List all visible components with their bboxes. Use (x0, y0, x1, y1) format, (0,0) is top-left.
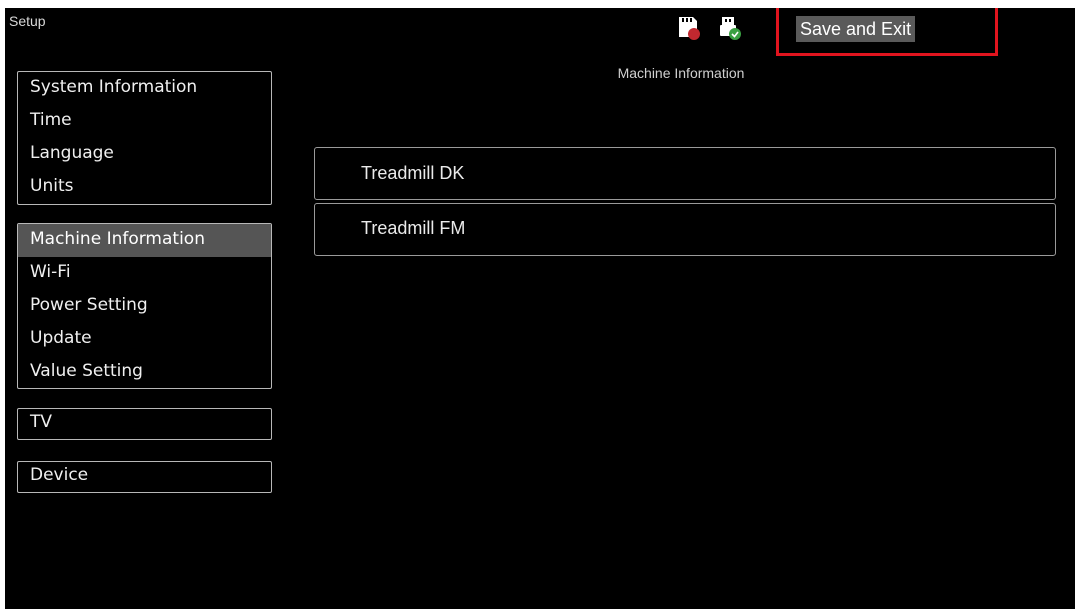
usb-icon (720, 17, 741, 40)
menu-item-tv[interactable]: TV (18, 409, 271, 439)
menu-item-units[interactable]: Units (18, 171, 271, 204)
menu-item-machine-information[interactable]: Machine Information (18, 224, 271, 257)
page-title: Setup (9, 13, 46, 29)
save-and-exit-button[interactable]: Save and Exit (796, 16, 916, 42)
menu-item-system-information[interactable]: System Information (18, 72, 271, 105)
setup-screen: Setup Save and Exit Machine Information … (5, 8, 1075, 609)
menu-item-wifi[interactable]: Wi-Fi (18, 257, 271, 290)
menu-item-device[interactable]: Device (18, 462, 271, 492)
machine-option-treadmill-fm[interactable]: Treadmill FM (314, 203, 1056, 256)
menu-group-system: System Information Time Language Units (17, 71, 272, 205)
menu-group-device: Device (17, 461, 272, 493)
menu-item-update[interactable]: Update (18, 323, 271, 356)
menu-item-power-setting[interactable]: Power Setting (18, 290, 271, 323)
machine-option-treadmill-dk[interactable]: Treadmill DK (314, 147, 1056, 200)
menu-item-time[interactable]: Time (18, 105, 271, 138)
panel-title: Machine Information (617, 65, 745, 81)
sd-card-icon (679, 17, 700, 40)
menu-item-value-setting[interactable]: Value Setting (18, 356, 271, 389)
machine-list: Treadmill DK Treadmill FM (314, 147, 1056, 259)
menu-item-language[interactable]: Language (18, 138, 271, 171)
menu-group-machine: Machine Information Wi-Fi Power Setting … (17, 223, 272, 389)
menu-group-tv: TV (17, 408, 272, 440)
